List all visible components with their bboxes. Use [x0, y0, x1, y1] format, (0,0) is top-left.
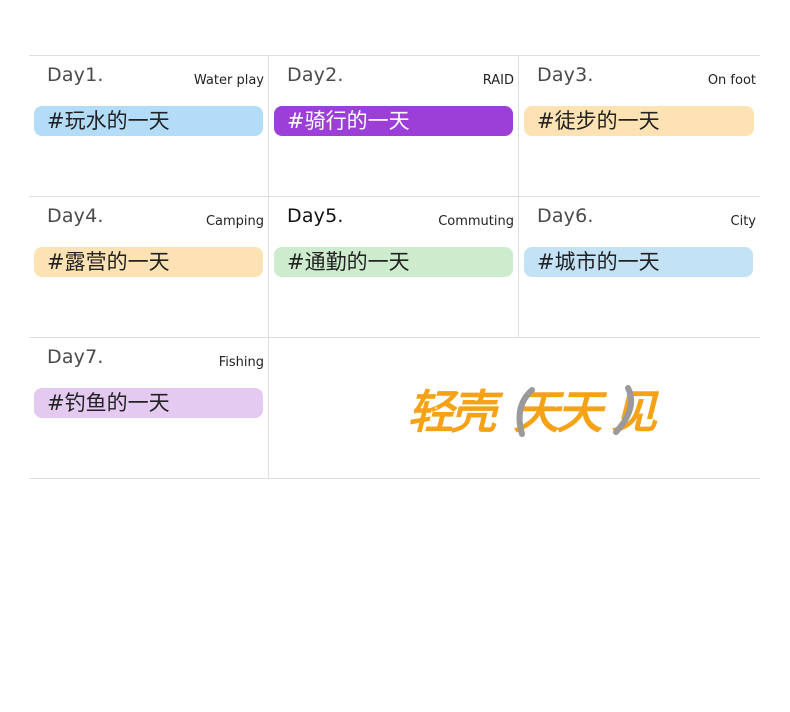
day-label: Day2.: [287, 64, 344, 86]
day-activity-label: RAID: [482, 73, 514, 88]
brand-logo: 轻壳 天天 见: [406, 385, 670, 440]
day-card-4: Day4. Camping #露营的一天: [29, 197, 268, 338]
day-label: Day3.: [537, 64, 594, 86]
hashtag-chip[interactable]: #徒步的一天: [524, 106, 754, 136]
day-activity-label: On foot: [707, 73, 756, 88]
day-card-7: Day7. Fishing #钓鱼的一天: [29, 338, 268, 479]
day-card-1: Day1. Water play #玩水的一天: [29, 56, 268, 197]
day-activity-label: Fishing: [218, 355, 264, 370]
hashtag-chip[interactable]: #城市的一天: [524, 247, 753, 277]
day-activity-label: Camping: [205, 214, 264, 229]
hashtag-chip[interactable]: #玩水的一天: [34, 106, 263, 136]
day-label: Day4.: [47, 205, 104, 227]
day-label: Day1.: [47, 64, 104, 86]
day-label: Day6.: [537, 205, 594, 227]
day-activity-label: Commuting: [438, 214, 514, 229]
day-card-6: Day6. City #城市的一天: [519, 197, 760, 338]
hashtag-chip[interactable]: #钓鱼的一天: [34, 388, 263, 418]
day-card-5: Day5. Commuting #通勤的一天: [269, 197, 518, 338]
svg-text:轻壳: 轻壳: [406, 387, 506, 440]
day-card-3: Day3. On foot #徒步的一天: [519, 56, 760, 197]
day-activity-label: Water play: [193, 73, 264, 88]
hashtag-chip[interactable]: #通勤的一天: [274, 247, 513, 277]
day-label: Day5.: [287, 205, 344, 227]
hashtag-chip[interactable]: #露营的一天: [34, 247, 263, 277]
hashtag-chip[interactable]: #骑行的一天: [274, 106, 513, 136]
day-card-2: Day2. RAID #骑行的一天: [269, 56, 518, 197]
day-activity-label: City: [730, 214, 756, 229]
day-label: Day7.: [47, 346, 104, 368]
